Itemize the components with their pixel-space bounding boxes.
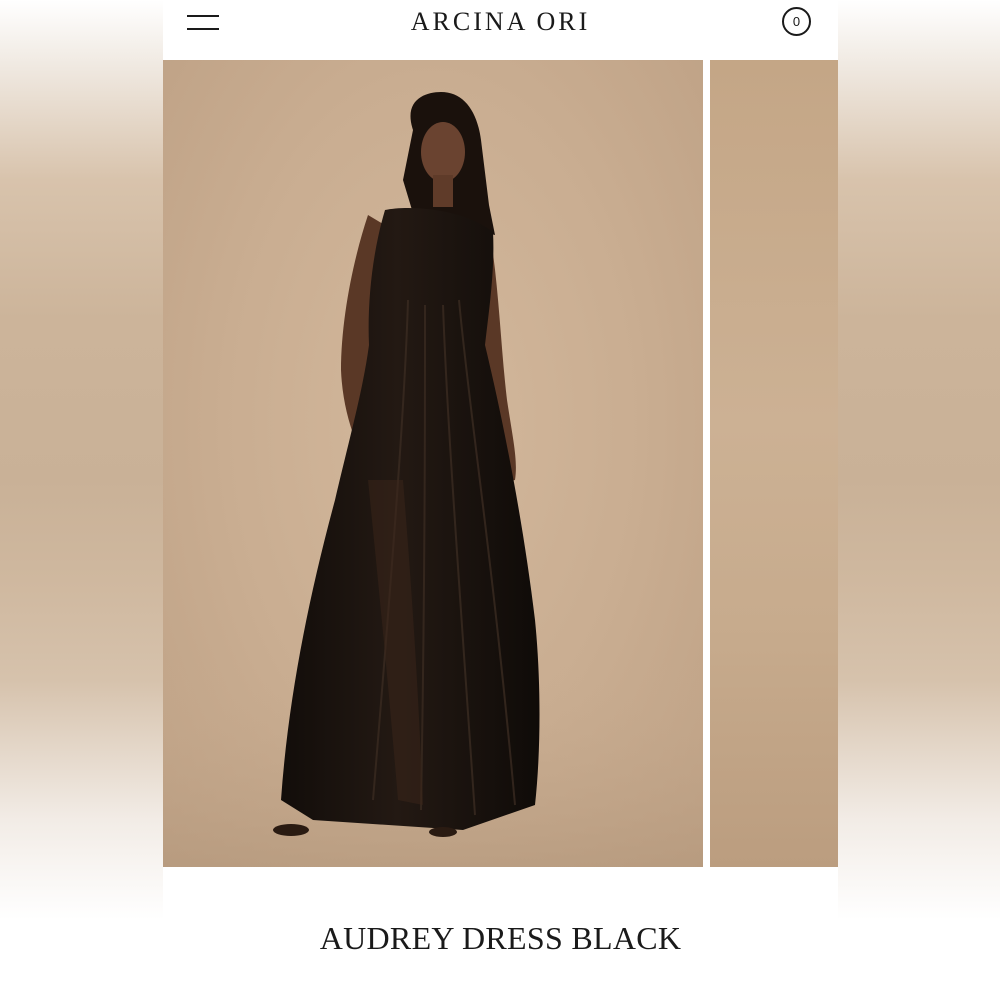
- blurred-background-left: [0, 0, 163, 1000]
- cart-button[interactable]: 0: [782, 7, 811, 36]
- product-image-next[interactable]: [710, 60, 838, 867]
- brand-logo[interactable]: ARCINA ORI: [163, 7, 838, 37]
- product-image-main[interactable]: [163, 60, 703, 867]
- blurred-background-right: [838, 0, 1000, 1000]
- site-header: ARCINA ORI 0: [163, 0, 838, 58]
- product-title: AUDREY DRESS BLACK: [319, 920, 682, 956]
- product-image-carousel[interactable]: [163, 60, 838, 867]
- cart-count: 0: [792, 14, 801, 29]
- mobile-page: ARCINA ORI 0 AUDREY DRESS BLACK: [163, 0, 838, 1000]
- model-photo: [163, 92, 703, 867]
